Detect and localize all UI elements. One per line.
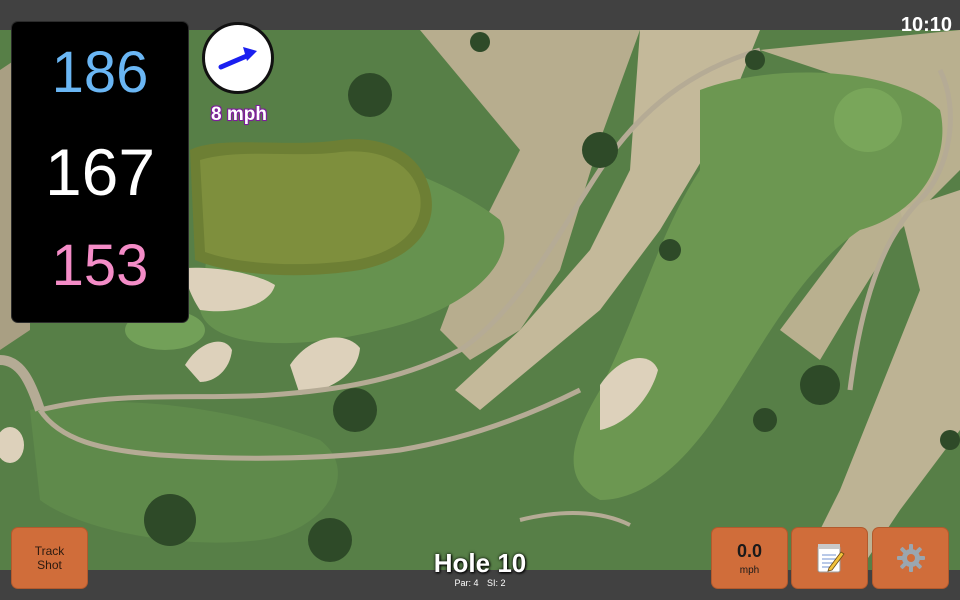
hole-info: Par: 4 SI: 2 xyxy=(420,578,540,588)
track-shot-button[interactable]: Track Shot xyxy=(12,528,87,588)
wind-direction-dial xyxy=(202,22,274,94)
hole-title: Hole 10 xyxy=(433,548,527,578)
hole-par: Par: 4 xyxy=(454,578,479,588)
wind-speed-value: 0.0 xyxy=(736,540,763,561)
center-distance: 167 xyxy=(44,135,156,209)
wind-speed-label: 8 mph xyxy=(211,104,267,125)
wind-speed-unit: mph xyxy=(739,564,760,576)
notepad-icon xyxy=(817,544,845,573)
wind-speed-button[interactable]: 0.0 mph xyxy=(712,528,787,588)
front-distance: 153 xyxy=(51,233,149,298)
arrow-right-up-icon xyxy=(218,47,257,70)
clock: 10:10 xyxy=(900,14,952,36)
notes-button[interactable] xyxy=(792,528,867,588)
gear-icon xyxy=(896,544,925,572)
back-distance: 186 xyxy=(51,40,149,105)
track-shot-label: Track Shot xyxy=(34,544,65,572)
settings-button[interactable] xyxy=(873,528,948,588)
distance-panel: 186 167 153 xyxy=(12,22,188,322)
hole-stroke-index: SI: 2 xyxy=(487,578,506,588)
